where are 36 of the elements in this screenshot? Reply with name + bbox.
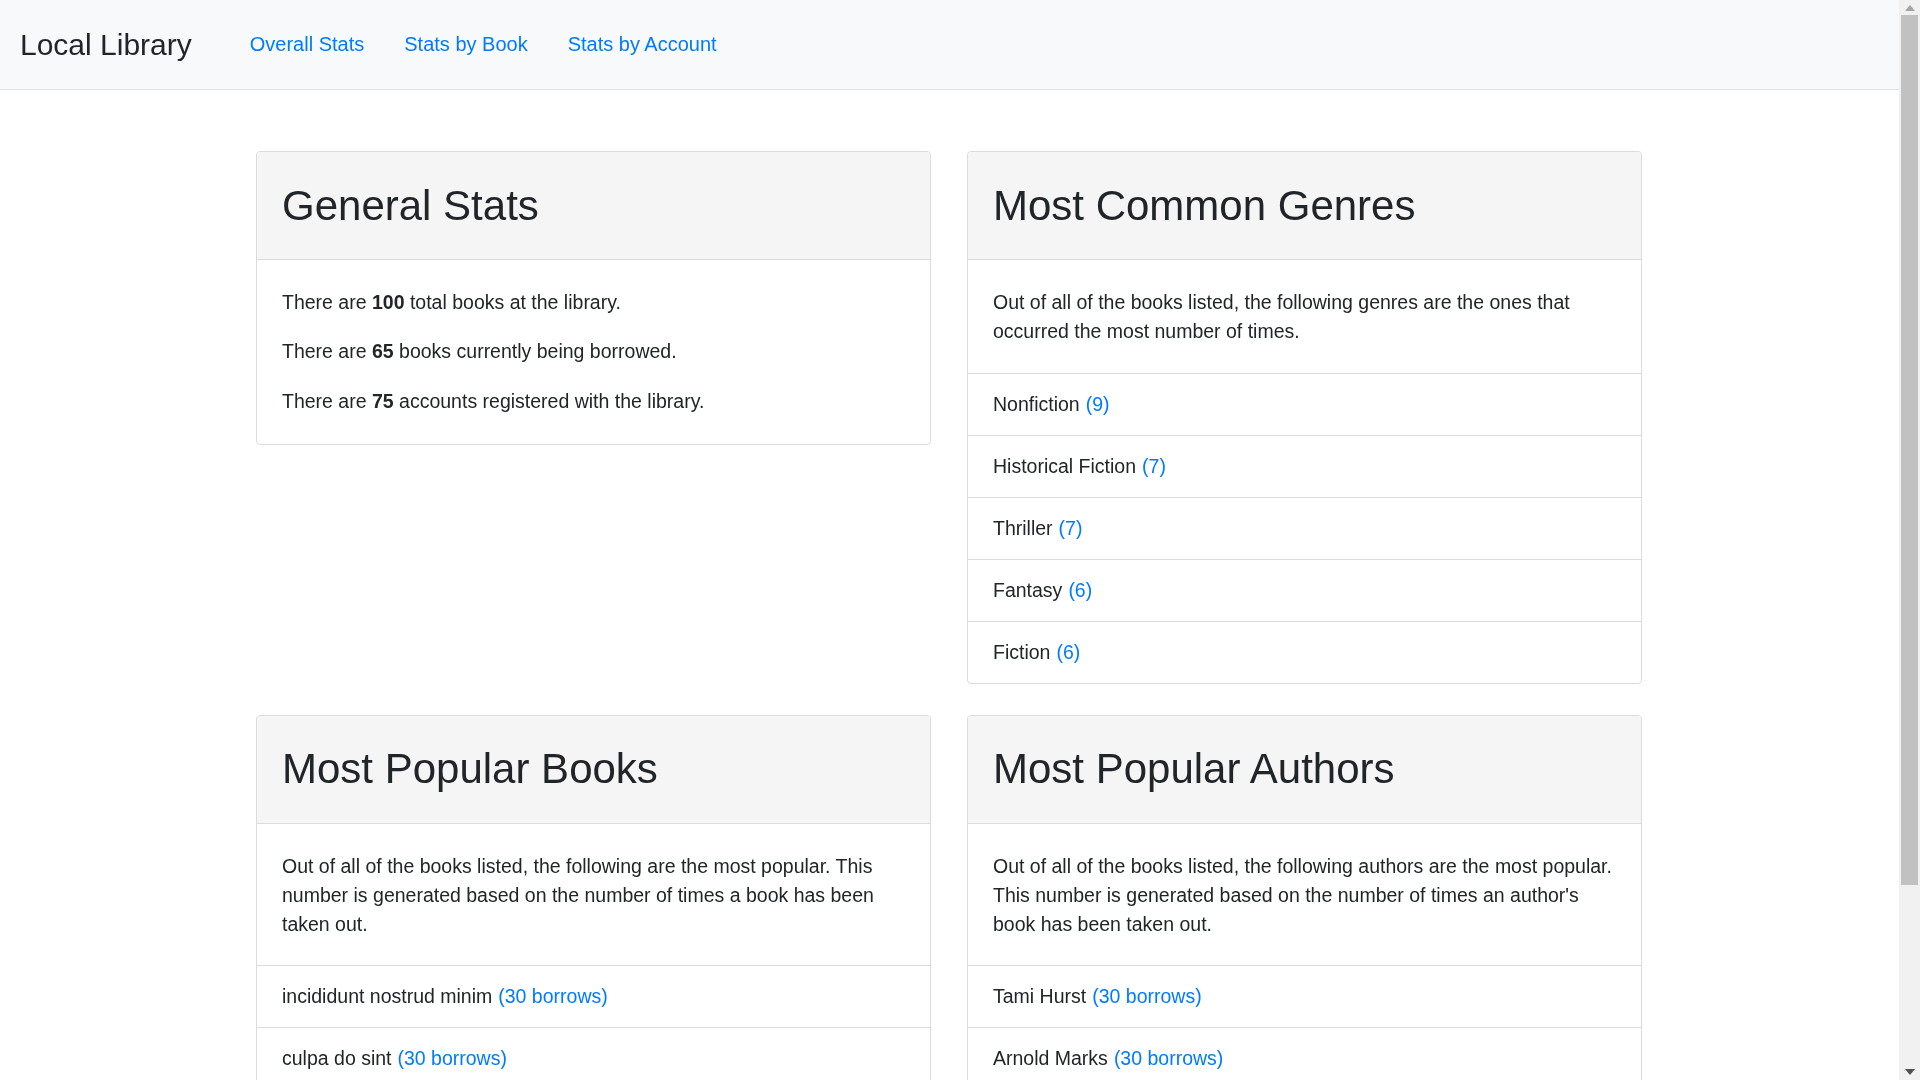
nav-link[interactable]: Overall Stats bbox=[249, 33, 365, 56]
list-item-name: culpa do sint bbox=[282, 1047, 392, 1071]
scroll-down-icon[interactable] bbox=[1904, 1069, 1915, 1075]
list-item-name: Arnold Marks bbox=[993, 1047, 1108, 1071]
stat-sentence: There are 65 books currently being borrowed. bbox=[282, 339, 678, 365]
list-item-name: Fantasy bbox=[993, 578, 1063, 602]
list-item-count: (9) bbox=[1085, 392, 1110, 416]
list-item-count: (6) bbox=[1056, 640, 1081, 664]
card-title: Most Common Genres bbox=[993, 181, 1416, 230]
list-item-name: Historical Fiction bbox=[993, 454, 1137, 478]
list-item-name: Fiction bbox=[993, 640, 1051, 664]
card-description: Out of all of the books listed, the following genres are the ones that occurred the most number of times. bbox=[993, 290, 1571, 345]
list-item-name: Nonfiction bbox=[993, 392, 1080, 416]
list-item-count: (7) bbox=[1058, 516, 1083, 540]
list-item-count: (30 borrows) bbox=[1113, 1047, 1224, 1071]
scroll-up-icon[interactable] bbox=[1904, 5, 1915, 11]
card-description: Out of all of the books listed, the following authors are the most popular. This number is generated based on the number of times an author's book has been taken out. bbox=[993, 853, 1613, 937]
list-item-name: Thriller bbox=[993, 516, 1053, 540]
card-description: Out of all of the books listed, the following are the most popular. This number is generated based on the number of times a book has been taken out. bbox=[282, 853, 875, 937]
card-title: Most Popular Books bbox=[282, 745, 658, 793]
nav-link[interactable]: Stats by Account bbox=[567, 33, 717, 56]
stat-sentence: There are 75 accounts registered with the library. bbox=[282, 388, 706, 414]
stat-sentence: There are 100 total books at the library. bbox=[282, 290, 622, 315]
card-title: Most Popular Authors bbox=[993, 745, 1395, 793]
list-item-name: incididunt nostrud minim bbox=[282, 985, 493, 1009]
list-item-count: (7) bbox=[1142, 454, 1166, 478]
nav-link[interactable]: Stats by Book bbox=[404, 33, 528, 56]
list-item-count: (30 borrows) bbox=[1092, 985, 1202, 1009]
scrollbar[interactable] bbox=[1899, 0, 1920, 1080]
brand-title[interactable]: Local Library bbox=[20, 27, 192, 62]
list-item-count: (30 borrows) bbox=[397, 1047, 507, 1071]
list-item-name: Tami Hurst bbox=[993, 985, 1087, 1009]
list-item-count: (6) bbox=[1068, 578, 1093, 602]
list-item-count: (30 borrows) bbox=[498, 985, 608, 1009]
scrollbar-thumb[interactable] bbox=[1901, 15, 1918, 885]
card-title: General Stats bbox=[282, 181, 539, 230]
